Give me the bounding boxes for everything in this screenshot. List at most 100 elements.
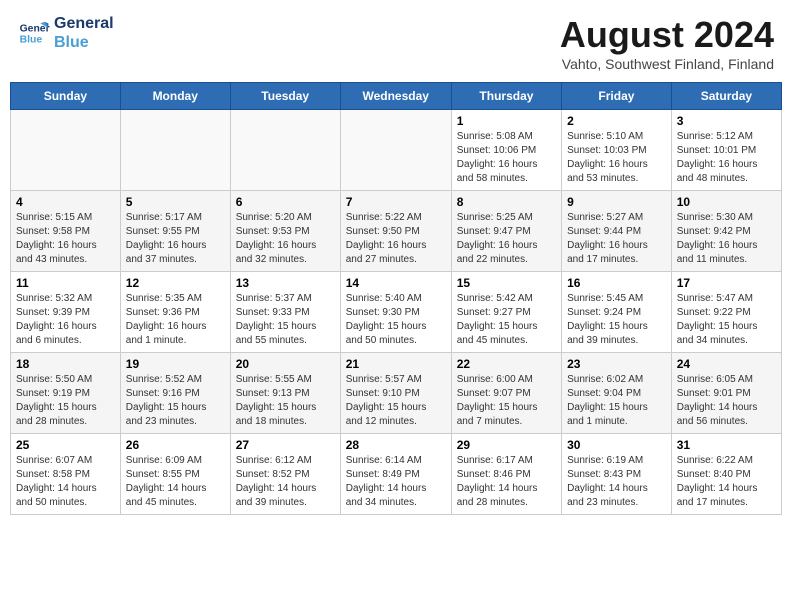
day-number: 29 (457, 438, 556, 452)
svg-text:Blue: Blue (20, 35, 43, 46)
calendar-week-5: 25 Sunrise: 6:07 AM Sunset: 8:58 PM Dayli… (11, 434, 782, 515)
logo-icon: General Blue (18, 17, 50, 49)
calendar-week-3: 11 Sunrise: 5:32 AM Sunset: 9:39 PM Dayli… (11, 272, 782, 353)
day-info: Sunrise: 6:07 AM Sunset: 8:58 PM Dayligh… (16, 454, 115, 510)
day-number: 11 (16, 276, 115, 290)
day-info: Sunrise: 5:20 AM Sunset: 9:53 PM Dayligh… (236, 211, 335, 267)
day-number: 23 (567, 357, 666, 371)
day-info: Sunrise: 5:25 AM Sunset: 9:47 PM Dayligh… (457, 211, 556, 267)
day-header-thursday: Thursday (451, 83, 561, 110)
day-info: Sunrise: 5:55 AM Sunset: 9:13 PM Dayligh… (236, 373, 335, 429)
calendar-cell: 1Sunrise: 5:08 AM Sunset: 10:06 PM Dayli… (451, 110, 561, 191)
calendar-cell: 19 Sunrise: 5:52 AM Sunset: 9:16 PM Dayli… (120, 353, 230, 434)
day-info: Sunrise: 6:09 AM Sunset: 8:55 PM Dayligh… (126, 454, 225, 510)
calendar-week-1: 1Sunrise: 5:08 AM Sunset: 10:06 PM Dayli… (11, 110, 782, 191)
location-subtitle: Vahto, Southwest Finland, Finland (560, 56, 774, 72)
day-info: Sunrise: 5:22 AM Sunset: 9:50 PM Dayligh… (346, 211, 446, 267)
calendar-cell: 27Sunrise: 6:12 AM Sunset: 8:52 PM Dayli… (230, 434, 340, 515)
day-number: 31 (677, 438, 776, 452)
month-year-title: August 2024 (560, 14, 774, 56)
calendar-cell: 14 Sunrise: 5:40 AM Sunset: 9:30 PM Dayli… (340, 272, 451, 353)
calendar-cell: 12 Sunrise: 5:35 AM Sunset: 9:36 PM Dayli… (120, 272, 230, 353)
calendar-cell: 23Sunrise: 6:02 AM Sunset: 9:04 PM Dayli… (562, 353, 672, 434)
calendar-cell: 25 Sunrise: 6:07 AM Sunset: 8:58 PM Dayli… (11, 434, 121, 515)
day-info: Sunrise: 5:50 AM Sunset: 9:19 PM Dayligh… (16, 373, 115, 429)
calendar-cell: 4 Sunrise: 5:15 AM Sunset: 9:58 PM Daylig… (11, 191, 121, 272)
day-number: 17 (677, 276, 776, 290)
calendar-cell: 7 Sunrise: 5:22 AM Sunset: 9:50 PM Daylig… (340, 191, 451, 272)
calendar-cell: 13 Sunrise: 5:37 AM Sunset: 9:33 PM Dayli… (230, 272, 340, 353)
day-info: Sunrise: 5:17 AM Sunset: 9:55 PM Dayligh… (126, 211, 225, 267)
calendar-cell: 2Sunrise: 5:10 AM Sunset: 10:03 PM Dayli… (562, 110, 672, 191)
day-info: Sunrise: 5:27 AM Sunset: 9:44 PM Dayligh… (567, 211, 666, 267)
day-info: Sunrise: 5:32 AM Sunset: 9:39 PM Dayligh… (16, 292, 115, 348)
day-number: 4 (16, 195, 115, 209)
title-block: August 2024 Vahto, Southwest Finland, Fi… (560, 14, 774, 72)
calendar-cell (11, 110, 121, 191)
day-number: 12 (126, 276, 225, 290)
day-info: Sunrise: 5:40 AM Sunset: 9:30 PM Dayligh… (346, 292, 446, 348)
day-info: Sunrise: 5:15 AM Sunset: 9:58 PM Dayligh… (16, 211, 115, 267)
day-number: 15 (457, 276, 556, 290)
day-number: 22 (457, 357, 556, 371)
day-info: Sunrise: 6:05 AM Sunset: 9:01 PM Dayligh… (677, 373, 776, 429)
day-number: 1 (457, 114, 556, 128)
calendar-cell: 6 Sunrise: 5:20 AM Sunset: 9:53 PM Daylig… (230, 191, 340, 272)
day-info: Sunrise: 5:35 AM Sunset: 9:36 PM Dayligh… (126, 292, 225, 348)
calendar-cell: 11 Sunrise: 5:32 AM Sunset: 9:39 PM Dayli… (11, 272, 121, 353)
day-number: 13 (236, 276, 335, 290)
day-number: 8 (457, 195, 556, 209)
day-number: 18 (16, 357, 115, 371)
calendar-header: SundayMondayTuesdayWednesdayThursdayFrid… (11, 83, 782, 110)
day-info: Sunrise: 5:30 AM Sunset: 9:42 PM Dayligh… (677, 211, 776, 267)
calendar-cell: 15Sunrise: 5:42 AM Sunset: 9:27 PM Dayli… (451, 272, 561, 353)
day-number: 26 (126, 438, 225, 452)
day-header-saturday: Saturday (671, 83, 781, 110)
day-info: Sunrise: 5:52 AM Sunset: 9:16 PM Dayligh… (126, 373, 225, 429)
day-header-row: SundayMondayTuesdayWednesdayThursdayFrid… (11, 83, 782, 110)
day-number: 30 (567, 438, 666, 452)
day-info: Sunrise: 6:14 AM Sunset: 8:49 PM Dayligh… (346, 454, 446, 510)
day-info: Sunrise: 6:17 AM Sunset: 8:46 PM Dayligh… (457, 454, 556, 510)
day-info: Sunrise: 5:12 AM Sunset: 10:01 PM Daylig… (677, 130, 776, 186)
day-number: 14 (346, 276, 446, 290)
calendar-cell: 24Sunrise: 6:05 AM Sunset: 9:01 PM Dayli… (671, 353, 781, 434)
day-info: Sunrise: 5:10 AM Sunset: 10:03 PM Daylig… (567, 130, 666, 186)
day-info: Sunrise: 5:47 AM Sunset: 9:22 PM Dayligh… (677, 292, 776, 348)
day-number: 19 (126, 357, 225, 371)
day-number: 25 (16, 438, 115, 452)
calendar-cell: 9Sunrise: 5:27 AM Sunset: 9:44 PM Daylig… (562, 191, 672, 272)
day-number: 16 (567, 276, 666, 290)
calendar-cell: 31Sunrise: 6:22 AM Sunset: 8:40 PM Dayli… (671, 434, 781, 515)
day-header-wednesday: Wednesday (340, 83, 451, 110)
day-info: Sunrise: 5:45 AM Sunset: 9:24 PM Dayligh… (567, 292, 666, 348)
calendar-cell: 8 Sunrise: 5:25 AM Sunset: 9:47 PM Daylig… (451, 191, 561, 272)
calendar-cell: 20Sunrise: 5:55 AM Sunset: 9:13 PM Dayli… (230, 353, 340, 434)
day-number: 7 (346, 195, 446, 209)
day-info: Sunrise: 6:00 AM Sunset: 9:07 PM Dayligh… (457, 373, 556, 429)
day-header-friday: Friday (562, 83, 672, 110)
day-number: 21 (346, 357, 446, 371)
day-header-monday: Monday (120, 83, 230, 110)
calendar-cell (230, 110, 340, 191)
calendar-cell (340, 110, 451, 191)
calendar-cell: 26 Sunrise: 6:09 AM Sunset: 8:55 PM Dayli… (120, 434, 230, 515)
day-number: 6 (236, 195, 335, 209)
calendar-cell: 17 Sunrise: 5:47 AM Sunset: 9:22 PM Dayli… (671, 272, 781, 353)
calendar-cell (120, 110, 230, 191)
calendar-cell: 10 Sunrise: 5:30 AM Sunset: 9:42 PM Dayli… (671, 191, 781, 272)
calendar-cell: 30 Sunrise: 6:19 AM Sunset: 8:43 PM Dayli… (562, 434, 672, 515)
day-info: Sunrise: 5:37 AM Sunset: 9:33 PM Dayligh… (236, 292, 335, 348)
day-header-tuesday: Tuesday (230, 83, 340, 110)
calendar-week-2: 4 Sunrise: 5:15 AM Sunset: 9:58 PM Daylig… (11, 191, 782, 272)
calendar-cell: 29 Sunrise: 6:17 AM Sunset: 8:46 PM Dayli… (451, 434, 561, 515)
day-info: Sunrise: 6:19 AM Sunset: 8:43 PM Dayligh… (567, 454, 666, 510)
logo-text: GeneralBlue (54, 14, 114, 52)
calendar-cell: 5Sunrise: 5:17 AM Sunset: 9:55 PM Daylig… (120, 191, 230, 272)
calendar-cell: 28Sunrise: 6:14 AM Sunset: 8:49 PM Dayli… (340, 434, 451, 515)
day-number: 10 (677, 195, 776, 209)
day-info: Sunrise: 5:57 AM Sunset: 9:10 PM Dayligh… (346, 373, 446, 429)
calendar-cell: 16 Sunrise: 5:45 AM Sunset: 9:24 PM Dayli… (562, 272, 672, 353)
page-header: General Blue GeneralBlue August 2024 Vah… (10, 10, 782, 76)
calendar-week-4: 18 Sunrise: 5:50 AM Sunset: 9:19 PM Dayli… (11, 353, 782, 434)
